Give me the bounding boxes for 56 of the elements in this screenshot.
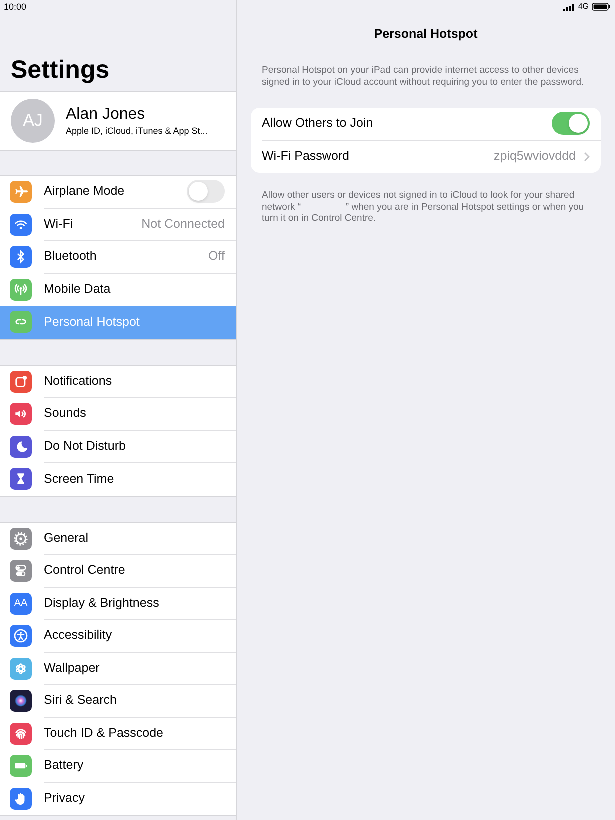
- row-label: Do Not Disturb: [44, 438, 127, 455]
- row-label: Allow Others to Join: [262, 115, 374, 132]
- settings-row[interactable]: Privacy: [0, 782, 236, 815]
- settings-row[interactable]: Bluetooth Off: [0, 241, 236, 274]
- signal-icon: [563, 4, 576, 10]
- row-label: Screen Time: [44, 470, 116, 488]
- description-text: Personal Hotspot on your iPad can provide internet access to other devices signed in to your iCloud account without requiring you to enter the password.: [262, 65, 586, 88]
- row-value: Off: [208, 248, 225, 266]
- network-label: 4G: [578, 2, 589, 12]
- footer-text: Allow other users or devices not signed in to iCloud to look for your shared network “ ” when you are in Personal Hotspot settings or when you turn it on in Control Centre.: [262, 190, 586, 224]
- avatar: AJ: [11, 99, 55, 143]
- row-label: General: [44, 530, 90, 547]
- settings-row[interactable]: General: [0, 522, 236, 555]
- chevron-icon: [584, 152, 590, 162]
- row-label: Accessibility: [44, 627, 114, 644]
- settings-row[interactable]: Touch ID & Passcode: [0, 718, 236, 750]
- row-label: Privacy: [44, 790, 86, 808]
- row-value: Not Connected: [142, 216, 225, 233]
- status-time: 10:00: [3, 1, 28, 14]
- row-label: Touch ID & Passcode: [44, 724, 165, 742]
- row-value: zpiq5wviovddd: [494, 148, 576, 166]
- row-label: Control Centre: [44, 562, 126, 580]
- battery-icon: [592, 3, 611, 11]
- sidebar-title: Settings: [10, 55, 111, 86]
- row-label: Sounds: [44, 405, 88, 422]
- aa-icon: AA: [10, 592, 32, 615]
- row-label: Display & Brightness: [44, 594, 160, 612]
- row-label: Mobile Data: [44, 281, 112, 298]
- settings-row[interactable]: Siri & Search: [0, 685, 236, 718]
- row-label: Airplane Mode: [44, 183, 126, 200]
- settings-row[interactable]: Wallpaper: [0, 652, 236, 685]
- settings-row[interactable]: Notifications: [0, 366, 236, 398]
- profile-name: Alan Jones: [66, 104, 146, 124]
- row-label: Wi-Fi Password: [262, 148, 351, 166]
- toggle-switch[interactable]: [552, 112, 590, 136]
- profile-card[interactable]: AJ Alan Jones Apple ID, iCloud, iTunes & App St...: [0, 91, 236, 151]
- row-label: Wi-Fi: [44, 216, 74, 233]
- settings-row[interactable]: Accessibility: [0, 620, 236, 652]
- toggle-switch[interactable]: [187, 180, 225, 204]
- settings-row[interactable]: AA Display & Brightness: [0, 588, 236, 620]
- profile-subtitle: Apple ID, iCloud, iTunes & App St...: [66, 124, 208, 138]
- settings-row[interactable]: Battery: [0, 750, 236, 782]
- settings-row[interactable]: Mobile Data: [0, 274, 236, 306]
- page-title: Personal Hotspot: [373, 26, 479, 42]
- row-label: Wallpaper: [44, 660, 101, 677]
- row-label: Notifications: [44, 372, 114, 390]
- row-label: Battery: [44, 757, 85, 774]
- settings-row[interactable]: Control Centre: [0, 555, 236, 588]
- row-label: Personal Hotspot: [44, 314, 141, 331]
- settings-row[interactable]: Screen Time: [0, 463, 236, 496]
- row-label: Siri & Search: [44, 692, 118, 710]
- row-label: Bluetooth: [44, 248, 98, 266]
- settings-row[interactable]: Do Not Disturb: [0, 430, 236, 463]
- settings-row[interactable]: Sounds: [0, 398, 236, 430]
- settings-row[interactable]: Wi-Fi Not Connected: [0, 208, 236, 241]
- settings-row[interactable]: Airplane Mode: [0, 176, 236, 208]
